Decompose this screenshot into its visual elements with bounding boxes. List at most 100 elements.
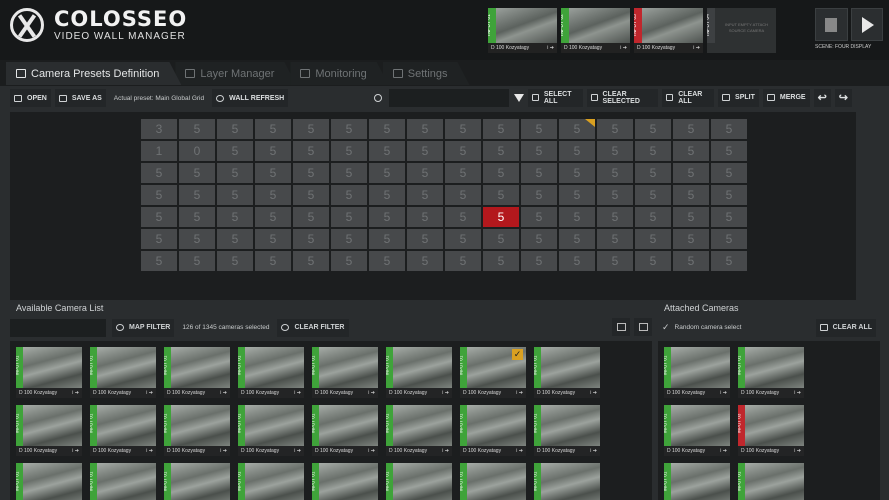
wall-cell[interactable]: 5: [673, 251, 709, 271]
wall-cell[interactable]: 5: [369, 119, 405, 139]
wall-cell[interactable]: 5: [711, 185, 747, 205]
wall-cell[interactable]: 5: [711, 119, 747, 139]
select-all-button[interactable]: SELECT ALL: [528, 88, 583, 107]
wall-cell[interactable]: 5: [521, 185, 557, 205]
wall-cell[interactable]: 5: [483, 229, 519, 249]
wall-cell[interactable]: 5: [483, 207, 519, 227]
wall-cell[interactable]: 5: [293, 251, 329, 271]
wall-cell[interactable]: 5: [673, 185, 709, 205]
wall-cell[interactable]: 5: [635, 185, 671, 205]
wall-cell[interactable]: 5: [217, 251, 253, 271]
info-arrow-icon[interactable]: i ➔: [368, 390, 375, 396]
save-as-button[interactable]: SAVE AS: [54, 89, 106, 107]
wall-cell[interactable]: 5: [635, 163, 671, 183]
wall-cell[interactable]: 5: [407, 119, 443, 139]
grid-view-button[interactable]: [634, 318, 652, 336]
info-arrow-icon[interactable]: i ➔: [516, 448, 523, 454]
wall-cell[interactable]: 5: [407, 141, 443, 161]
info-arrow-icon[interactable]: i ➔: [794, 390, 801, 396]
wall-cell[interactable]: 5: [331, 251, 367, 271]
display-preview-tile[interactable]: INPUT 04 INPUT EMPTY ATTACH SOURCE CAMERA: [707, 8, 776, 53]
map-filter-button[interactable]: MAP FILTER: [112, 318, 175, 337]
wall-cell[interactable]: 5: [483, 141, 519, 161]
wall-cell[interactable]: 5: [407, 185, 443, 205]
wall-cell[interactable]: 5: [635, 119, 671, 139]
camera-tile[interactable]: INPUT 01D 100 Kozyatagyi ➔: [164, 463, 230, 500]
camera-tile[interactable]: INPUT 01D 100 Kozyatagyi ➔: [534, 405, 600, 456]
wall-cell[interactable]: 5: [331, 185, 367, 205]
wall-cell[interactable]: 5: [369, 207, 405, 227]
wall-cell[interactable]: 5: [559, 229, 595, 249]
wall-cell[interactable]: 5: [255, 163, 291, 183]
camera-tile[interactable]: INPUT 01D 100 Kozyatagyi ➔: [386, 463, 452, 500]
camera-tile[interactable]: INPUT 01D 100 Kozyatagyi ➔: [312, 405, 378, 456]
wall-cell[interactable]: 5: [559, 163, 595, 183]
wall-cell[interactable]: 5: [141, 163, 177, 183]
camera-tile[interactable]: INPUT 03 D 100 Kozyatagy i ➔: [738, 405, 804, 456]
wall-cell[interactable]: 5: [711, 251, 747, 271]
wall-cell[interactable]: 5: [635, 207, 671, 227]
info-arrow-icon[interactable]: i ➔: [720, 448, 727, 454]
wall-cell[interactable]: 5: [673, 229, 709, 249]
wall-cell[interactable]: 5: [255, 119, 291, 139]
wall-cell[interactable]: 5: [445, 229, 481, 249]
camera-tile[interactable]: INPUT 01D 100 Kozyatagyi ➔: [90, 405, 156, 456]
wall-cell[interactable]: 5: [445, 119, 481, 139]
camera-tile[interactable]: INPUT 01D 100 Kozyatagyi ➔: [534, 347, 600, 398]
wall-cell[interactable]: 5: [141, 229, 177, 249]
wall-cell[interactable]: 5: [179, 119, 215, 139]
wall-cell[interactable]: 5: [217, 141, 253, 161]
wall-cell[interactable]: 5: [369, 141, 405, 161]
wall-cell[interactable]: 5: [293, 185, 329, 205]
wall-cell[interactable]: 5: [673, 163, 709, 183]
wall-cell[interactable]: 5: [217, 119, 253, 139]
wall-cell[interactable]: 5: [483, 163, 519, 183]
camera-tile[interactable]: INPUT 01D 100 Kozyatagyi ➔: [90, 463, 156, 500]
redo-button[interactable]: ↪: [834, 88, 852, 107]
tab-0[interactable]: Camera Presets Definition: [6, 62, 181, 85]
camera-tile[interactable]: INPUT 01D 100 Kozyatagyi ➔: [16, 347, 82, 398]
wall-cell[interactable]: 5: [179, 163, 215, 183]
wall-cell[interactable]: 5: [597, 163, 633, 183]
tab-1[interactable]: Layer Manager: [175, 62, 296, 85]
wall-cell[interactable]: 5: [217, 185, 253, 205]
camera-tile[interactable]: INPUT 01D 100 Kozyatagyi ➔: [664, 347, 730, 398]
clear-selected-button[interactable]: CLEAR SELECTED: [586, 88, 659, 107]
wall-cell[interactable]: 5: [673, 119, 709, 139]
wall-cell[interactable]: 5: [217, 229, 253, 249]
wall-cell[interactable]: 5: [483, 119, 519, 139]
display-preview-tile[interactable]: INPUT 03 D 100 Kozyatagy i ➔: [634, 8, 703, 53]
wall-cell[interactable]: 5: [711, 163, 747, 183]
merge-button[interactable]: MERGE: [762, 88, 810, 107]
wall-cell[interactable]: 1: [141, 141, 177, 161]
camera-tile[interactable]: INPUT 01D 100 Kozyatagyi ➔: [164, 347, 230, 398]
wall-cell[interactable]: 5: [521, 119, 557, 139]
wall-cell[interactable]: 5: [331, 229, 367, 249]
wall-cell[interactable]: 5: [255, 141, 291, 161]
wall-cell[interactable]: 5: [445, 163, 481, 183]
wall-cell[interactable]: 5: [597, 229, 633, 249]
wall-cell[interactable]: 5: [635, 141, 671, 161]
wall-cell[interactable]: 5: [711, 141, 747, 161]
info-arrow-icon[interactable]: i ➔: [620, 45, 627, 51]
wall-cell[interactable]: 5: [711, 229, 747, 249]
camera-tile[interactable]: INPUT 01D 100 Kozyatagyi ➔: [16, 405, 82, 456]
wall-cell[interactable]: 5: [179, 185, 215, 205]
random-camera-select-toggle[interactable]: ✓ Random camera select: [658, 319, 745, 337]
wall-cell[interactable]: 5: [597, 141, 633, 161]
wall-cell[interactable]: 5: [179, 251, 215, 271]
camera-tile[interactable]: INPUT 01D 100 Kozyatagyi ➔: [16, 463, 82, 500]
wall-cell[interactable]: 5: [255, 229, 291, 249]
info-arrow-icon[interactable]: i ➔: [590, 448, 597, 454]
wall-cell[interactable]: 5: [445, 185, 481, 205]
wall-cell[interactable]: 5: [597, 251, 633, 271]
wall-cell[interactable]: 5: [255, 207, 291, 227]
info-arrow-icon[interactable]: i ➔: [72, 390, 79, 396]
camera-tile[interactable]: INPUT 01D 100 Kozyatagyi ➔: [312, 347, 378, 398]
wall-cell[interactable]: 5: [635, 251, 671, 271]
wall-cell[interactable]: 5: [597, 207, 633, 227]
info-arrow-icon[interactable]: i ➔: [146, 448, 153, 454]
clear-all-button[interactable]: CLEAR ALL: [662, 88, 715, 107]
wall-cell[interactable]: 5: [369, 251, 405, 271]
wall-cell[interactable]: 5: [559, 251, 595, 271]
